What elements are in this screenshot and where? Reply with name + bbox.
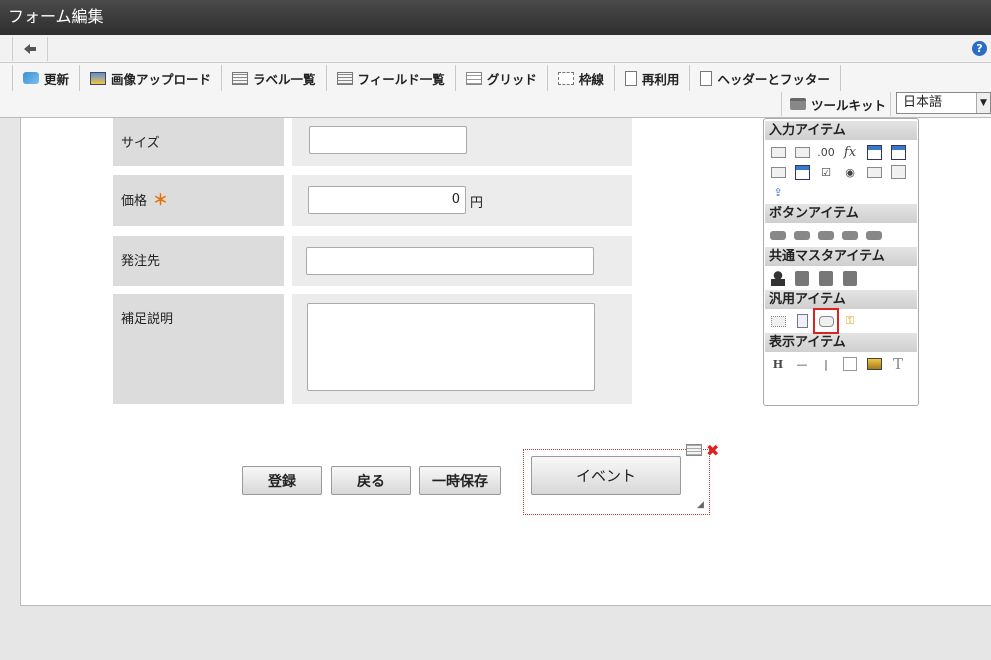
radio-icon[interactable]: ◉	[842, 164, 858, 180]
toolbar-item-label: フィールド一覧	[357, 71, 445, 87]
currency-unit: 円	[470, 196, 484, 211]
palette-section-button: ボタンアイテム	[765, 204, 917, 223]
label-text: 価格	[121, 194, 148, 209]
grid-icon	[465, 71, 482, 85]
back-arrow-icon	[24, 44, 36, 54]
document-icon[interactable]	[794, 313, 810, 329]
toolbar-header-footer-button[interactable]: ヘッダーとフッター	[690, 65, 841, 91]
border-icon	[557, 71, 574, 85]
number-icon[interactable]: .00	[817, 144, 835, 160]
properties-icon[interactable]	[686, 444, 702, 456]
register-button-icon[interactable]	[770, 227, 786, 243]
toolkit-label: ツールキット	[811, 97, 887, 113]
toolbar-reuse-button[interactable]: 再利用	[615, 65, 691, 91]
label-text: サイズ	[121, 136, 160, 151]
supplier-input[interactable]	[306, 247, 594, 275]
palette-section-master: 共通マスタアイテム	[765, 247, 917, 266]
checkbox-icon[interactable]: ☑	[818, 164, 834, 180]
toolbox-icon	[790, 98, 806, 110]
back-button[interactable]: 戻る	[331, 466, 411, 495]
toolbar-item-label: 再利用	[641, 71, 680, 87]
text-icon[interactable]: T	[890, 355, 906, 373]
formula-icon[interactable]: fx	[842, 144, 858, 160]
frame-icon[interactable]	[842, 356, 858, 372]
file-upload-icon[interactable]: ⇪	[770, 184, 786, 200]
window-title: フォーム編集	[0, 0, 991, 35]
next-button-icon[interactable]	[794, 227, 810, 243]
label-text: 補足説明	[121, 312, 174, 327]
price-input[interactable]: 0	[308, 186, 466, 214]
date-icon[interactable]	[866, 144, 882, 160]
toolbar-field-list-button[interactable]: フィールド一覧	[327, 65, 456, 91]
refresh-icon	[23, 72, 39, 84]
field-label-supplier: 発注先	[113, 236, 284, 286]
organization-icon[interactable]	[794, 270, 810, 286]
toolkit-button[interactable]: ツールキット	[781, 92, 891, 116]
nav-bar: ?	[0, 35, 991, 63]
forward-button-icon[interactable]	[866, 227, 882, 243]
event-item-icon[interactable]	[813, 308, 839, 334]
field-label-size: サイズ	[113, 118, 284, 166]
event-button[interactable]: イベント	[531, 456, 681, 495]
required-mark-icon: ＊	[153, 191, 169, 209]
vertical-line-icon[interactable]: |	[818, 356, 834, 372]
notes-textarea[interactable]	[307, 303, 595, 391]
palette-section-input: 入力アイテム	[765, 121, 917, 140]
field-label-notes: 補足説明	[113, 294, 284, 404]
select-icon[interactable]	[866, 164, 882, 180]
textbox-button-icon[interactable]	[794, 144, 810, 160]
toolbar-item-label: ヘッダーとフッター	[717, 71, 830, 87]
user-icon[interactable]	[770, 270, 786, 286]
role-icon[interactable]	[818, 270, 834, 286]
header-footer-icon	[700, 70, 713, 86]
toolbar-update-button[interactable]: 更新	[12, 65, 81, 91]
item-palette: 入力アイテム .00 fx ☑ ◉ ⇪ ボタンアイテム 共通マスタアイテム 汎用…	[763, 118, 919, 406]
toolbar-item-label: 枠線	[578, 71, 604, 87]
toolbar: 更新 画像アップロード ラベル一覧 フィールド一覧 グリッド 枠線 再利用 ヘッ…	[0, 63, 991, 118]
language-select[interactable]: 日本語 ▼	[896, 92, 991, 114]
size-input[interactable]	[309, 126, 467, 154]
date-range-icon[interactable]	[890, 144, 906, 160]
toolbar-image-upload-button[interactable]: 画像アップロード	[80, 65, 223, 91]
image-icon[interactable]	[866, 356, 882, 372]
image-upload-icon	[90, 71, 107, 85]
delete-icon[interactable]: ✖	[706, 441, 719, 460]
palette-section-display: 表示アイテム	[765, 333, 917, 352]
back-arrow-button[interactable]	[12, 37, 48, 61]
toolbar-grid-button[interactable]: グリッド	[456, 65, 548, 91]
heading-icon[interactable]: H	[770, 356, 786, 372]
toolbar-item-label: 更新	[44, 71, 70, 87]
toolbar-label-list-button[interactable]: ラベル一覧	[222, 65, 327, 91]
toolbar-item-label: ラベル一覧	[253, 71, 316, 87]
hidden-field-icon[interactable]	[770, 313, 786, 329]
textarea-icon[interactable]	[770, 164, 786, 180]
label-list-icon	[232, 71, 249, 85]
return-button-icon[interactable]	[842, 227, 858, 243]
textbox-icon[interactable]	[770, 144, 786, 160]
field-label-price: 価格 ＊	[113, 175, 284, 226]
horizontal-line-icon[interactable]: —	[794, 356, 810, 372]
toolbar-item-label: グリッド	[486, 71, 537, 87]
language-value: 日本語	[903, 95, 943, 110]
help-icon[interactable]: ?	[972, 41, 987, 56]
reuse-icon	[624, 70, 637, 86]
listbox-icon[interactable]	[890, 164, 906, 180]
field-list-icon	[336, 71, 353, 85]
chevron-down-icon: ▼	[976, 93, 990, 113]
toolbar-item-label: 画像アップロード	[111, 71, 212, 87]
public-group-icon[interactable]	[842, 270, 858, 286]
toolbar-border-button[interactable]: 枠線	[548, 65, 615, 91]
back-button-icon[interactable]	[818, 227, 834, 243]
label-text: 発注先	[121, 254, 161, 269]
key-icon[interactable]: ⚿	[842, 313, 858, 329]
temp-save-button[interactable]: 一時保存	[419, 466, 501, 495]
register-button[interactable]: 登録	[242, 466, 322, 495]
table-icon[interactable]	[794, 164, 810, 180]
palette-section-general: 汎用アイテム	[765, 290, 917, 309]
resize-handle-icon[interactable]: ◢	[697, 500, 704, 510]
